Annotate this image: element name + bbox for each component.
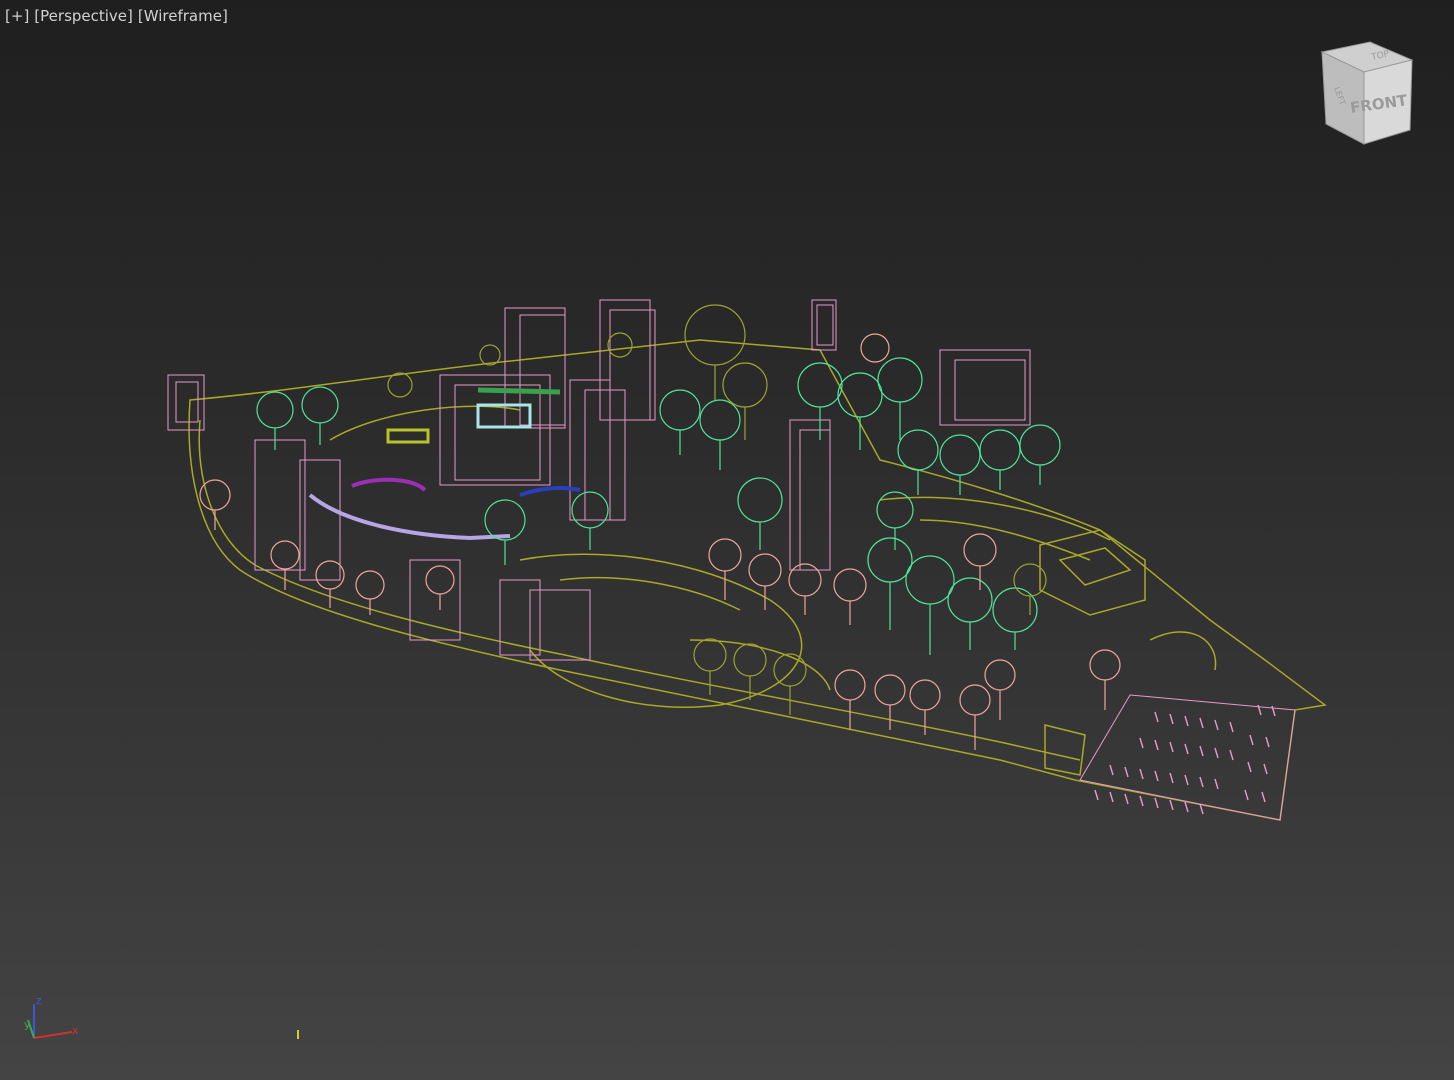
- x-axis-line: [33, 1031, 73, 1039]
- trees-salmon: [199, 333, 1121, 750]
- x-axis-label: x: [72, 1024, 79, 1037]
- pivot-marker: [297, 1030, 299, 1039]
- viewport-shading-menu[interactable]: [Wireframe]: [138, 6, 228, 26]
- perspective-viewport[interactable]: [+] [Perspective] [Wireframe] TOP LEFT F…: [0, 0, 1454, 1080]
- site-boundary: [188, 339, 1327, 821]
- y-axis-label: y: [24, 1018, 31, 1031]
- parking-stalls: [1094, 704, 1276, 815]
- viewport-label-bar: [+] [Perspective] [Wireframe]: [5, 6, 228, 26]
- z-axis-label: z: [36, 994, 42, 1007]
- viewport-general-menu[interactable]: [+]: [5, 6, 29, 26]
- viewport-point-of-view-menu[interactable]: [Perspective]: [34, 6, 133, 26]
- wireframe-scene[interactable]: [0, 0, 1454, 1080]
- world-axis-tripod: z x y: [24, 994, 79, 1039]
- viewcube[interactable]: TOP LEFT FRONT: [1312, 38, 1424, 150]
- building-wireframes: [167, 299, 1296, 821]
